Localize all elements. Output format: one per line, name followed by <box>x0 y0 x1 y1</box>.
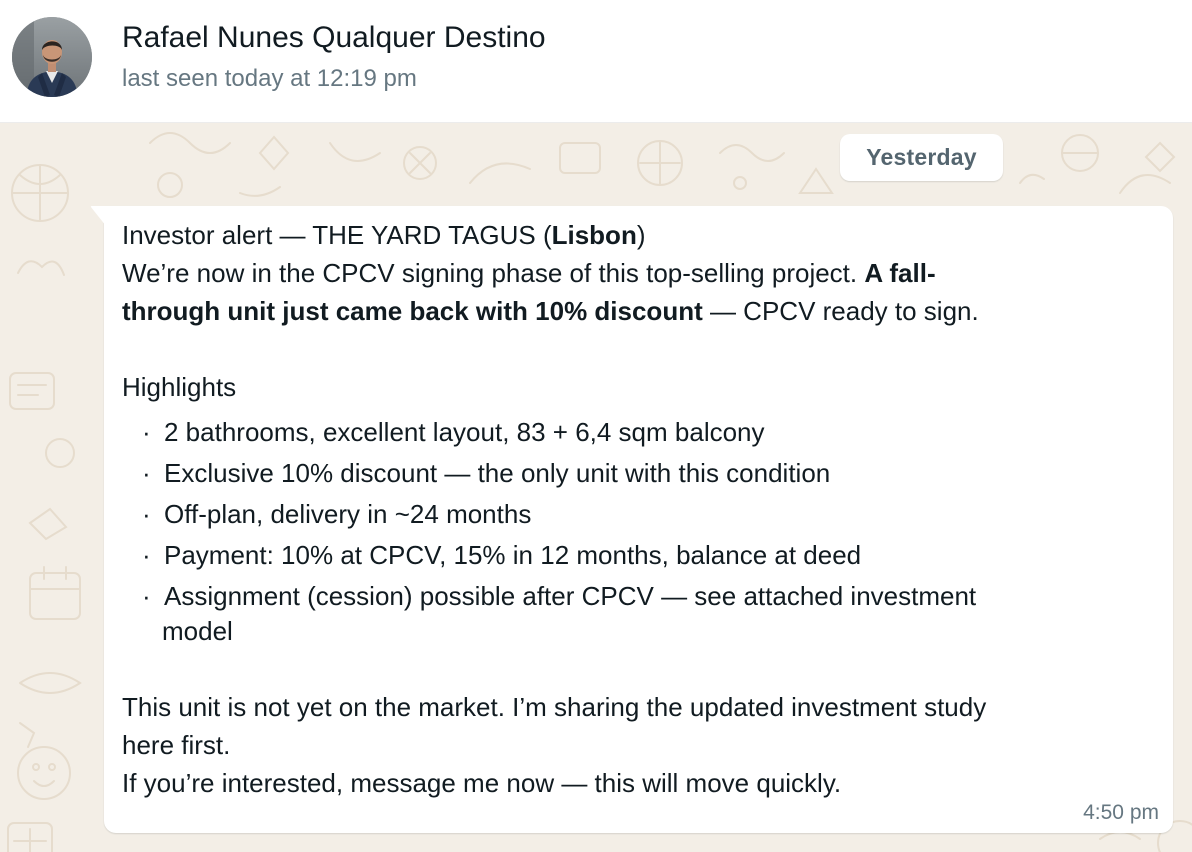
message-line-3: through unit just came back with 10% dis… <box>122 292 1152 330</box>
message-line-1: Investor alert — THE YARD TAGUS (Lisbon) <box>122 216 1152 254</box>
list-item-text: Assignment (cession) possible after CPCV… <box>164 581 977 611</box>
list-item: · Off-plan, delivery in ~24 months <box>122 494 1152 535</box>
bullet-dot: · <box>142 499 151 529</box>
highlights-list: · 2 bathrooms, excellent layout, 83 + 6,4… <box>122 412 1152 650</box>
bullet-dot: · <box>142 581 151 611</box>
bold-city: Lisbon <box>551 220 637 250</box>
highlights-heading: Highlights <box>122 372 237 402</box>
bullet-dot: · <box>142 540 151 570</box>
message-bubble[interactable]: Investor alert — THE YARD TAGUS (Lisbon)… <box>90 206 1173 833</box>
list-item: · 2 bathrooms, excellent layout, 83 + 6,4… <box>122 412 1152 453</box>
chat-header: Rafael Nunes Qualquer Destino last seen … <box>0 0 1192 123</box>
list-item-text: Exclusive 10% discount — the only unit w… <box>164 458 831 488</box>
text-segment: Investor alert — THE YARD TAGUS ( <box>122 220 552 250</box>
list-item: · Payment: 10% at CPCV, 15% in 12 months,… <box>122 535 1152 576</box>
closing-line-2: here first. <box>122 730 231 760</box>
bold-text: A fall- <box>864 258 936 288</box>
list-item-text: Off-plan, delivery in ~24 months <box>164 499 532 529</box>
closing-line-3: If you’re interested, message me now — t… <box>122 768 842 798</box>
contact-avatar[interactable] <box>12 17 92 97</box>
list-item-text: Payment: 10% at CPCV, 15% in 12 months, … <box>164 540 862 570</box>
date-divider: Yesterday <box>840 134 1003 181</box>
bold-text: through unit just came back with 10% dis… <box>122 296 703 326</box>
list-item-text: 2 bathrooms, excellent layout, 83 + 6,4 … <box>164 417 765 447</box>
text-segment: ) <box>636 220 646 250</box>
message-timestamp: 4:50 pm <box>1083 801 1159 824</box>
list-item: · Assignment (cession) possible after CPC… <box>122 576 1152 617</box>
text-segment: We’re now in the CPCV signing phase of t… <box>122 258 865 288</box>
list-item: · Exclusive 10% discount — the only unit … <box>122 453 1152 494</box>
text-segment: — CPCV ready to sign. <box>702 296 979 326</box>
bubble-tail <box>90 206 106 226</box>
last-seen-status: last seen today at 12:19 pm <box>122 65 417 92</box>
contact-name[interactable]: Rafael Nunes Qualquer Destino <box>122 20 546 56</box>
bullet-dot: · <box>142 417 151 447</box>
closing-line-1: This unit is not yet on the market. I’m … <box>122 692 987 722</box>
bullet-dot: · <box>142 458 151 488</box>
message-text[interactable]: Investor alert — THE YARD TAGUS (Lisbon)… <box>122 216 1152 802</box>
chat-area[interactable]: Yesterday Investor alert — THE YARD TAGU… <box>0 123 1192 852</box>
message-line-2: We’re now in the CPCV signing phase of t… <box>122 254 1152 292</box>
list-item-continuation: model <box>162 616 233 646</box>
